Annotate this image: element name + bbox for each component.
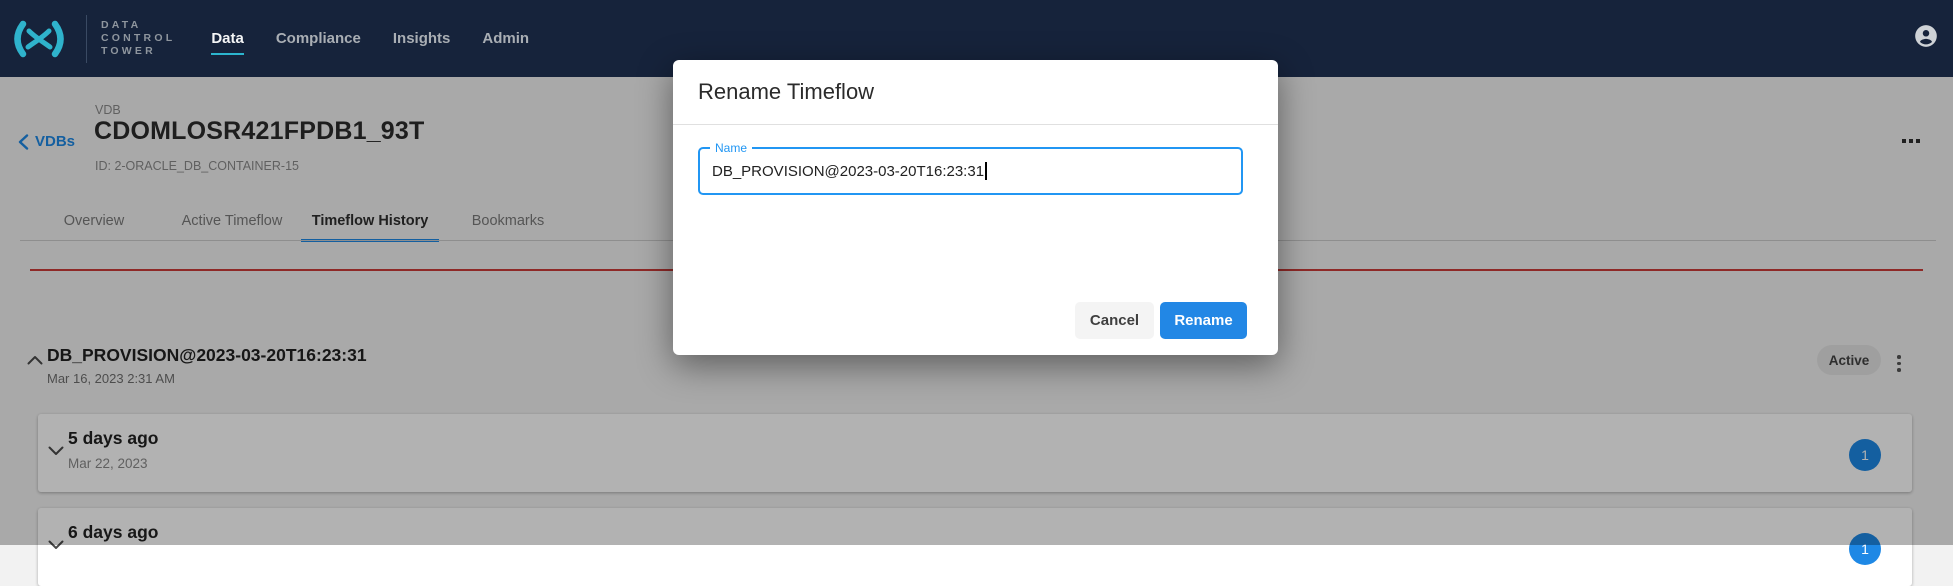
dialog-header: Rename Timeflow: [673, 60, 1278, 125]
text-caret: [985, 162, 987, 180]
nav-item-insights[interactable]: Insights: [393, 24, 451, 53]
name-input-value: DB_PROVISION@2023-03-20T16:23:31: [712, 163, 984, 180]
account-circle-icon: [1913, 23, 1939, 49]
nav-item-admin[interactable]: Admin: [482, 24, 529, 53]
app-logo[interactable]: DATA CONTROL TOWER: [10, 15, 175, 63]
dialog-footer: Cancel Rename: [673, 302, 1278, 355]
dialog-body: Name DB_PROVISION@2023-03-20T16:23:31: [673, 125, 1278, 195]
dialog-title: Rename Timeflow: [698, 79, 874, 105]
main-nav: Data Compliance Insights Admin: [211, 24, 529, 53]
rename-button[interactable]: Rename: [1160, 302, 1247, 339]
name-input-label: Name: [710, 141, 752, 155]
cancel-button[interactable]: Cancel: [1075, 302, 1154, 339]
name-input[interactable]: Name DB_PROVISION@2023-03-20T16:23:31: [698, 147, 1243, 195]
logo-divider: [86, 15, 87, 63]
brand-text: DATA CONTROL TOWER: [101, 19, 175, 58]
nav-item-data[interactable]: Data: [211, 24, 244, 53]
rename-timeflow-dialog: Rename Timeflow Name DB_PROVISION@2023-0…: [673, 60, 1278, 355]
account-menu-button[interactable]: [1913, 23, 1939, 54]
delphix-logo-icon: [10, 18, 68, 60]
nav-item-compliance[interactable]: Compliance: [276, 24, 361, 53]
